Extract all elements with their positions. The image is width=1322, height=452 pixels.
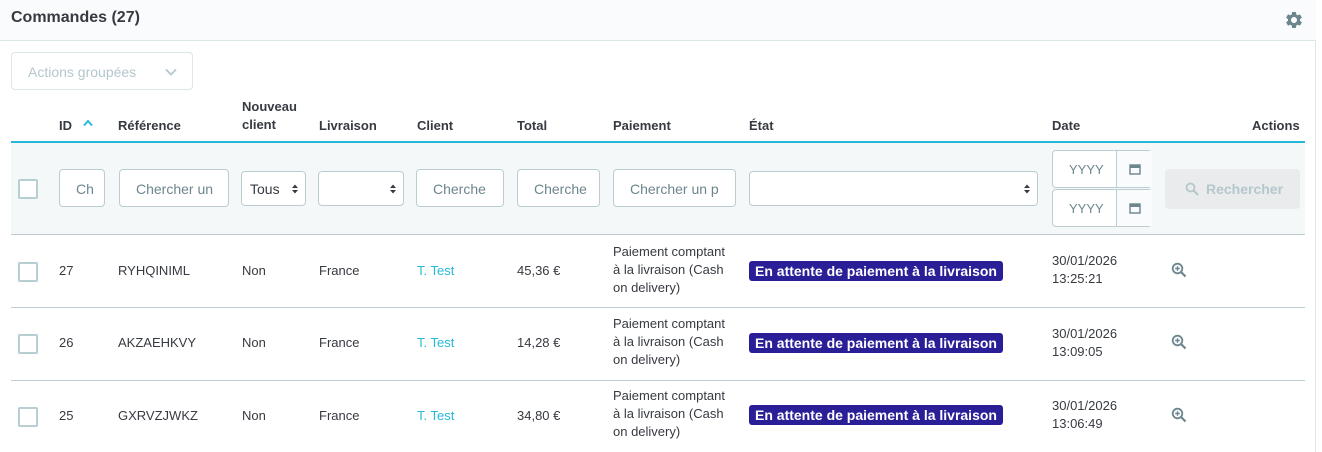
filter-client-input[interactable]: Cherche	[416, 169, 504, 207]
sort-up-icon[interactable]	[83, 119, 93, 127]
order-payment-line2: à la livraison (Cash	[613, 406, 724, 421]
order-payment-line1: Paiement comptant	[613, 316, 726, 331]
zoom-in-icon[interactable]	[1171, 407, 1187, 423]
filter-reference-input[interactable]: Chercher un	[119, 169, 229, 207]
filter-new-client-value: Tous	[250, 181, 280, 197]
filter-state-select[interactable]	[749, 171, 1038, 206]
order-new-client: Non	[242, 263, 266, 278]
row-checkbox[interactable]	[18, 262, 38, 282]
column-header-delivery[interactable]: Livraison	[319, 117, 377, 135]
order-total: 45,36 €	[517, 263, 561, 278]
select-all-checkbox[interactable]	[18, 179, 38, 199]
order-payment: Paiement comptant à la livraison (Cash o…	[613, 243, 738, 297]
column-header-actions: Actions	[1252, 118, 1300, 133]
order-delivery: France	[319, 263, 360, 278]
date-from-calendar-button[interactable]	[1116, 151, 1152, 187]
bulk-actions-label: Actions groupées	[28, 64, 137, 80]
column-header-new-client-line2: client	[242, 117, 276, 132]
filter-new-client-select[interactable]: Tous	[241, 171, 306, 206]
filter-date-to-placeholder: YYYY	[1069, 201, 1104, 216]
filter-date-to-input[interactable]: YYYY	[1052, 189, 1152, 227]
column-header-date[interactable]: Date	[1052, 117, 1080, 135]
row-checkbox[interactable]	[18, 407, 38, 427]
panel-title: Commandes (27)	[11, 9, 140, 26]
order-payment-line2: à la livraison (Cash	[613, 262, 724, 277]
calendar-icon	[1129, 203, 1141, 214]
order-total: 14,28 €	[517, 335, 561, 350]
order-reference: RYHQINIML	[118, 263, 190, 278]
order-date-day: 30/01/2026	[1052, 253, 1118, 268]
order-delivery: France	[319, 335, 360, 350]
column-header-state[interactable]: État	[749, 117, 774, 135]
order-date-time: 13:25:21	[1052, 271, 1103, 286]
filter-total-input[interactable]: Cherche	[517, 169, 600, 207]
order-payment-line1: Paiement comptant	[613, 388, 726, 403]
column-header-id[interactable]: ID	[59, 117, 72, 135]
filter-reference-placeholder: Chercher un	[136, 181, 214, 197]
column-header-reference[interactable]: Référence	[118, 117, 181, 135]
order-date: 30/01/2026 13:25:21	[1052, 252, 1117, 288]
order-payment-line2: à la livraison (Cash	[613, 334, 724, 349]
calendar-icon	[1129, 164, 1141, 175]
order-new-client: Non	[242, 408, 266, 423]
order-payment: Paiement comptant à la livraison (Cash o…	[613, 387, 738, 441]
search-button-label: Rechercher	[1206, 181, 1284, 197]
orders-panel: Commandes (27) Actions groupées ID Référ…	[0, 0, 1316, 452]
filter-total-placeholder: Cherche	[534, 181, 587, 197]
status-badge: En attente de paiement à la livraison	[749, 333, 1003, 353]
order-payment-line3: on delivery)	[613, 352, 681, 367]
column-header-payment[interactable]: Paiement	[613, 117, 671, 135]
order-client-link[interactable]: T. Test	[417, 334, 454, 352]
zoom-in-icon[interactable]	[1171, 262, 1187, 278]
filter-client-placeholder: Cherche	[433, 181, 486, 197]
select-arrows-icon	[292, 184, 298, 194]
order-payment-line1: Paiement comptant	[613, 244, 726, 259]
filter-id-placeholder: Ch	[76, 181, 94, 197]
zoom-in-icon[interactable]	[1171, 334, 1187, 350]
order-date: 30/01/2026 13:09:05	[1052, 325, 1117, 361]
column-header-new-client-line1: Nouveau	[242, 99, 297, 114]
order-date-time: 13:06:49	[1052, 416, 1103, 431]
panel-header: Commandes (27)	[0, 0, 1316, 41]
filter-payment-input[interactable]: Chercher un p	[613, 169, 736, 207]
order-id: 25	[59, 408, 74, 423]
order-reference: AKZAEHKVY	[118, 335, 197, 350]
search-button[interactable]: Rechercher	[1165, 169, 1300, 209]
order-new-client: Non	[242, 335, 266, 350]
date-to-calendar-button[interactable]	[1116, 190, 1152, 226]
column-header-new-client[interactable]: Nouveau client	[242, 98, 297, 134]
order-payment-line3: on delivery)	[613, 280, 681, 295]
order-date-time: 13:09:05	[1052, 344, 1103, 359]
column-header-total[interactable]: Total	[517, 117, 547, 135]
filter-date-from-input[interactable]: YYYY	[1052, 150, 1152, 188]
row-checkbox[interactable]	[18, 334, 38, 354]
order-reference: GXRVZJWKZ	[118, 408, 198, 423]
select-arrows-icon	[1024, 184, 1030, 194]
status-badge: En attente de paiement à la livraison	[749, 261, 1003, 281]
order-client-link[interactable]: T. Test	[417, 262, 454, 280]
filter-payment-placeholder: Chercher un p	[630, 181, 719, 197]
order-date: 30/01/2026 13:06:49	[1052, 397, 1117, 433]
order-total: 34,80 €	[517, 408, 561, 423]
select-arrows-icon	[390, 184, 396, 194]
order-payment-line3: on delivery)	[613, 424, 681, 439]
filter-delivery-select[interactable]	[318, 171, 404, 206]
order-id: 26	[59, 335, 74, 350]
column-header-client[interactable]: Client	[417, 117, 453, 135]
order-date-day: 30/01/2026	[1052, 326, 1118, 341]
order-client-link[interactable]: T. Test	[417, 407, 454, 425]
filter-id-input[interactable]: Ch	[59, 169, 105, 207]
order-date-day: 30/01/2026	[1052, 398, 1118, 413]
filter-date-from-placeholder: YYYY	[1069, 162, 1104, 177]
search-icon	[1185, 182, 1199, 196]
status-badge: En attente de paiement à la livraison	[749, 405, 1003, 425]
chevron-down-icon	[165, 68, 177, 76]
order-id: 27	[59, 263, 74, 278]
gear-icon[interactable]	[1284, 10, 1304, 30]
bulk-actions-button[interactable]: Actions groupées	[11, 52, 193, 90]
order-delivery: France	[319, 408, 360, 423]
order-payment: Paiement comptant à la livraison (Cash o…	[613, 315, 738, 369]
